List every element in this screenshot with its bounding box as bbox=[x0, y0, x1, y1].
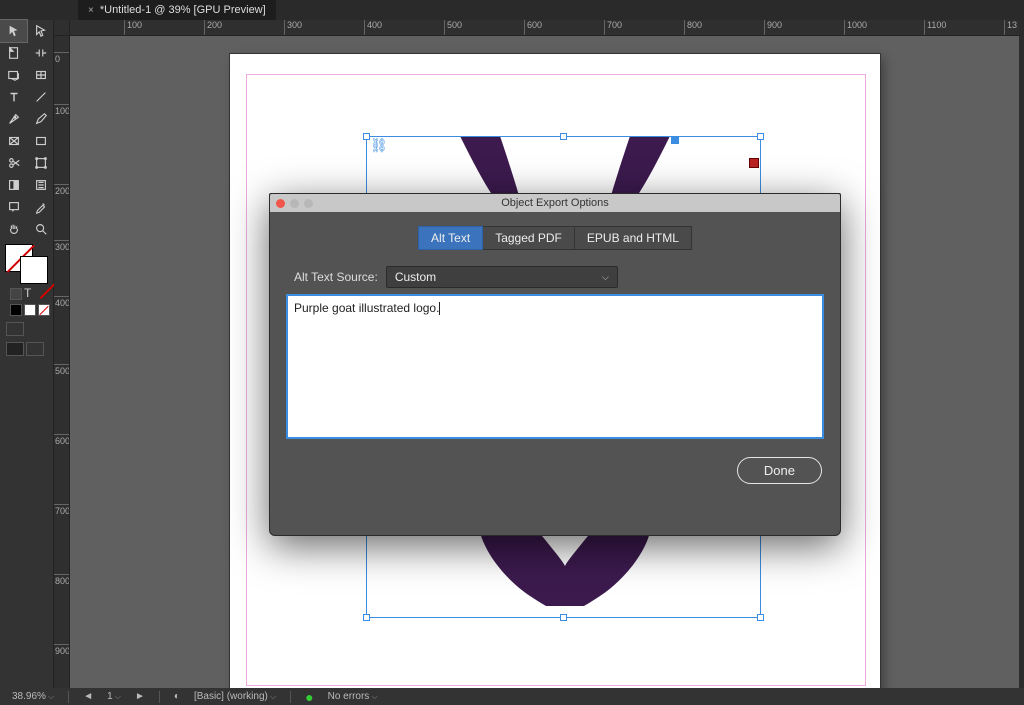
tab-alt-text[interactable]: Alt Text bbox=[418, 226, 483, 250]
eyedropper-tool[interactable] bbox=[27, 196, 54, 218]
overset-text-icon[interactable] bbox=[749, 158, 759, 168]
apply-color[interactable] bbox=[10, 304, 22, 316]
alt-text-source-label: Alt Text Source: bbox=[294, 270, 378, 284]
preflight-status-icon: ● bbox=[305, 689, 313, 705]
ruler-v-tick: 300 bbox=[55, 243, 69, 251]
normal-mode-icon[interactable] bbox=[6, 322, 24, 336]
ruler-h-tick: 300 bbox=[287, 20, 302, 30]
screen-mode-icon-2[interactable] bbox=[26, 342, 44, 356]
scissors-tool[interactable] bbox=[0, 152, 27, 174]
screen-mode-row bbox=[0, 342, 53, 356]
tab-epub-html[interactable]: EPUB and HTML bbox=[575, 226, 692, 250]
ruler-v-tick: 200 bbox=[55, 187, 69, 195]
status-bar: 38.96% ◄ 1 ► ◐ [Basic] (working) ● No er… bbox=[0, 688, 1024, 705]
dialog-tabs: Alt Text Tagged PDF EPUB and HTML bbox=[270, 226, 840, 250]
tab-tagged-pdf[interactable]: Tagged PDF bbox=[483, 226, 575, 250]
panel-dock[interactable] bbox=[1019, 20, 1024, 688]
resize-handle-tr[interactable] bbox=[757, 133, 764, 140]
zoom-tool[interactable] bbox=[27, 218, 54, 240]
ruler-h-tick: 1100 bbox=[927, 20, 946, 30]
apply-color-row bbox=[0, 304, 53, 316]
ruler-h-tick: 400 bbox=[367, 20, 382, 30]
apply-gradient[interactable] bbox=[24, 304, 36, 316]
zoom-level-dropdown[interactable]: 38.96% bbox=[12, 691, 54, 702]
hand-tool[interactable] bbox=[0, 218, 27, 240]
selection-tool[interactable] bbox=[0, 20, 27, 42]
ruler-h-tick: 900 bbox=[767, 20, 782, 30]
resize-handle-tl[interactable] bbox=[363, 133, 370, 140]
ruler-v-tick: 0 bbox=[55, 55, 69, 63]
ruler-h-tick: 1000 bbox=[847, 20, 867, 30]
ruler-v-tick: 100 bbox=[55, 107, 69, 115]
resize-handle-bl[interactable] bbox=[363, 614, 370, 621]
ruler-v-tick: 800 bbox=[55, 577, 69, 585]
ruler-v-tick: 600 bbox=[55, 437, 69, 445]
ruler-v-tick: 500 bbox=[55, 367, 69, 375]
content-placer-tool[interactable] bbox=[27, 64, 54, 86]
rectangle-tool[interactable] bbox=[27, 130, 54, 152]
apply-none[interactable] bbox=[38, 304, 50, 316]
ruler-h-tick: 800 bbox=[687, 20, 702, 30]
gap-tool[interactable] bbox=[27, 42, 54, 64]
pen-tool[interactable] bbox=[0, 108, 27, 130]
reference-point-icon[interactable] bbox=[671, 136, 679, 144]
page-tool[interactable] bbox=[0, 42, 27, 64]
page-nav-next-icon[interactable]: ► bbox=[135, 691, 145, 702]
ruler-origin-corner[interactable] bbox=[54, 20, 70, 36]
ruler-h-tick: 600 bbox=[527, 20, 542, 30]
ruler-h-tick: 200 bbox=[207, 20, 222, 30]
ruler-h-tick: 100 bbox=[127, 20, 142, 30]
toolbox-panel: T bbox=[0, 20, 54, 705]
line-tool[interactable] bbox=[27, 86, 54, 108]
dialog-titlebar[interactable]: Object Export Options bbox=[270, 194, 840, 212]
resize-handle-tc[interactable] bbox=[560, 133, 567, 140]
close-tab-icon[interactable]: × bbox=[88, 5, 94, 16]
horizontal-ruler[interactable]: 0 100 200 300 400 500 600 700 800 900 10… bbox=[70, 20, 1024, 36]
alt-text-source-select[interactable]: Custom ⌵ bbox=[386, 266, 618, 288]
free-transform-tool[interactable] bbox=[27, 152, 54, 174]
dialog-title: Object Export Options bbox=[270, 197, 840, 209]
screen-mode-icon[interactable] bbox=[6, 342, 24, 356]
done-button[interactable]: Done bbox=[737, 457, 822, 484]
ruler-v-tick: 400 bbox=[55, 299, 69, 307]
preflight-profile-dropdown[interactable]: [Basic] (working) bbox=[194, 691, 276, 702]
alt-text-source-value: Custom bbox=[395, 270, 436, 284]
rectangle-frame-tool[interactable] bbox=[0, 130, 27, 152]
resize-handle-bc[interactable] bbox=[560, 614, 567, 621]
ruler-h-tick: 13 bbox=[1007, 20, 1017, 30]
link-icon: ⛓ bbox=[370, 137, 388, 154]
direct-selection-tool[interactable] bbox=[27, 20, 54, 42]
ruler-h-tick: 500 bbox=[447, 20, 462, 30]
alt-text-value: Purple goat illustrated logo. bbox=[294, 301, 439, 315]
chevron-down-icon: ⌵ bbox=[602, 272, 609, 283]
fill-stroke-control[interactable] bbox=[0, 242, 54, 284]
ruler-v-tick: 700 bbox=[55, 507, 69, 515]
pencil-tool[interactable] bbox=[27, 108, 54, 130]
document-tab-bar: × *Untitled-1 @ 39% [GPU Preview] bbox=[0, 0, 1024, 20]
preflight-errors-dropdown[interactable]: No errors bbox=[328, 691, 378, 702]
ruler-v-tick: 900 bbox=[55, 647, 69, 655]
content-collector-tool[interactable] bbox=[0, 64, 27, 86]
document-tab[interactable]: × *Untitled-1 @ 39% [GPU Preview] bbox=[78, 0, 276, 20]
type-tool[interactable] bbox=[0, 86, 27, 108]
vertical-ruler[interactable]: 0 100 200 300 400 500 600 700 800 900 bbox=[54, 36, 70, 688]
gradient-swatch-tool[interactable] bbox=[0, 174, 27, 196]
alt-text-textarea[interactable]: Purple goat illustrated logo. bbox=[286, 294, 824, 439]
note-tool[interactable] bbox=[0, 196, 27, 218]
view-mode-row bbox=[0, 322, 53, 336]
page-field[interactable]: 1 bbox=[107, 691, 121, 702]
page-nav-prev-icon[interactable]: ◄ bbox=[83, 691, 93, 702]
ruler-h-tick: 700 bbox=[607, 20, 622, 30]
resize-handle-br[interactable] bbox=[757, 614, 764, 621]
document-tab-title: *Untitled-1 @ 39% [GPU Preview] bbox=[100, 4, 266, 16]
gradient-feather-tool[interactable] bbox=[27, 174, 54, 196]
preflight-icon[interactable]: ◐ bbox=[174, 691, 180, 702]
object-export-options-dialog: Object Export Options Alt Text Tagged PD… bbox=[269, 193, 841, 536]
